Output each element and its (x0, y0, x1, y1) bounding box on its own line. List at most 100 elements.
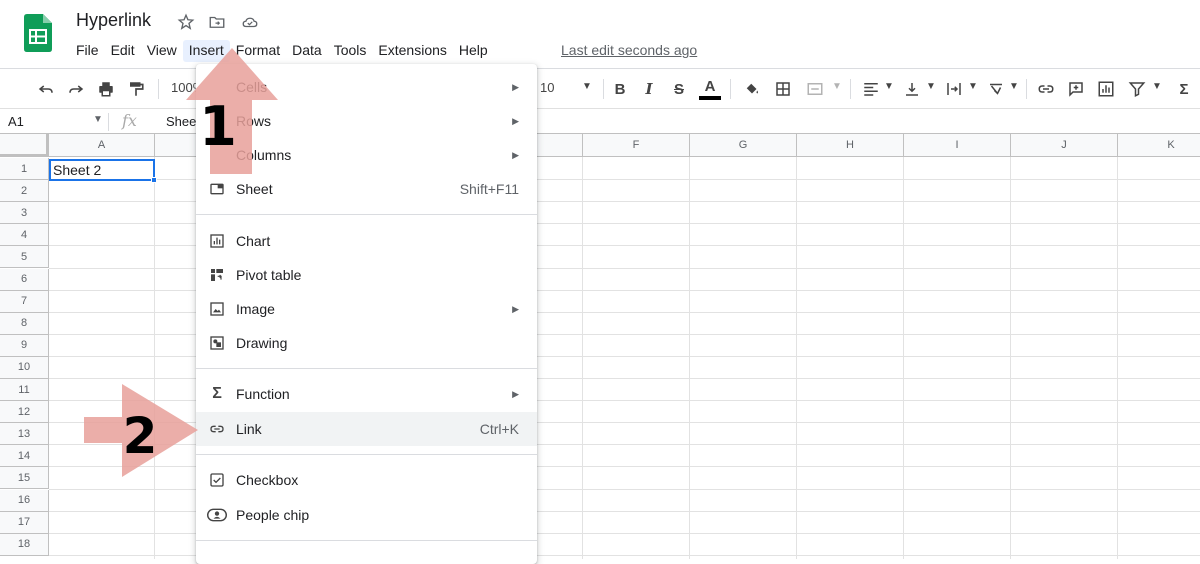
text-rotation-icon[interactable] (984, 77, 1008, 101)
bold-icon[interactable]: B (608, 77, 632, 101)
fx-icon: fx (122, 111, 137, 130)
insert-link-icon[interactable] (1034, 77, 1058, 101)
filter-icon[interactable] (1125, 77, 1149, 101)
row-header-12[interactable]: 12 (0, 401, 49, 424)
row-header-17[interactable]: 17 (0, 511, 49, 534)
row-header-3[interactable]: 3 (0, 202, 49, 225)
menu-item-label: Drawing (236, 335, 288, 351)
print-icon[interactable] (94, 77, 118, 101)
text-wrap-icon[interactable] (942, 77, 966, 101)
borders-icon[interactable] (771, 77, 795, 101)
merge-caret-icon[interactable]: ▼ (832, 81, 842, 92)
row-header-15[interactable]: 15 (0, 467, 49, 490)
toolbar: 100% 10 ▼ B I S A ▼ ▼ ▼ ▼ ▼ ▼ Σ (0, 69, 1200, 108)
star-icon[interactable] (176, 12, 196, 32)
align-caret-icon[interactable]: ▼ (884, 81, 894, 92)
menu-item-image[interactable]: Image ▶ (196, 292, 537, 326)
italic-icon[interactable]: I (637, 77, 661, 101)
strikethrough-icon[interactable]: S (667, 77, 691, 101)
menu-view[interactable]: View (141, 40, 183, 62)
menu-extensions[interactable]: Extensions (372, 40, 452, 62)
merge-cells-icon[interactable] (803, 77, 827, 101)
last-edit-link[interactable]: Last edit seconds ago (561, 42, 697, 58)
row-header-9[interactable]: 9 (0, 334, 49, 357)
wrap-caret-icon[interactable]: ▼ (968, 81, 978, 92)
rotation-caret-icon[interactable]: ▼ (1009, 81, 1019, 92)
row-header-16[interactable]: 16 (0, 489, 49, 512)
font-size-caret-icon[interactable]: ▼ (582, 81, 592, 92)
row-header-14[interactable]: 14 (0, 445, 49, 468)
insert-comment-icon[interactable] (1064, 77, 1088, 101)
menu-format[interactable]: Format (230, 40, 286, 62)
row-header-6[interactable]: 6 (0, 268, 49, 291)
menu-item-link[interactable]: Link Ctrl+K (196, 412, 537, 446)
menu-data[interactable]: Data (286, 40, 328, 62)
spreadsheet-grid[interactable]: ABCDEFGHIJK 123456789101112131415161718 … (0, 134, 1200, 559)
menu-insert[interactable]: Insert (182, 40, 230, 62)
people-chip-icon (207, 505, 227, 525)
column-header-h[interactable]: H (797, 134, 904, 157)
column-header-j[interactable]: J (1011, 134, 1118, 157)
sheets-logo-icon[interactable] (24, 14, 52, 52)
column-header-g[interactable]: G (690, 134, 797, 157)
row-header-5[interactable]: 5 (0, 246, 49, 269)
toolbar-separator (1026, 79, 1027, 99)
vertical-align-icon[interactable] (900, 77, 924, 101)
fill-color-icon[interactable] (740, 77, 764, 101)
menu-item-function[interactable]: Σ Function ▶ (196, 377, 537, 411)
row-header-10[interactable]: 10 (0, 356, 49, 379)
name-box[interactable]: A1 (8, 114, 24, 129)
name-box-caret-icon[interactable]: ▼ (93, 114, 103, 125)
fill-handle[interactable] (151, 177, 157, 183)
pivot-table-icon (207, 265, 227, 285)
filter-caret-icon[interactable]: ▼ (1152, 81, 1162, 92)
menu-item-rows[interactable]: Rows ▶ (196, 104, 537, 138)
row-header-8[interactable]: 8 (0, 312, 49, 335)
undo-icon[interactable] (34, 77, 58, 101)
menu-file[interactable]: File (70, 40, 105, 62)
paint-format-icon[interactable] (124, 77, 148, 101)
insert-chart-icon[interactable] (1094, 77, 1118, 101)
move-folder-icon[interactable] (207, 12, 227, 32)
row-header-11[interactable]: 11 (0, 379, 49, 402)
toolbar-separator (850, 79, 851, 99)
sigma-icon[interactable]: Σ (1172, 77, 1196, 101)
menubar: File Edit View Insert Format Data Tools … (70, 40, 494, 62)
menu-help[interactable]: Help (453, 40, 494, 62)
row-header-13[interactable]: 13 (0, 423, 49, 446)
row-header-7[interactable]: 7 (0, 290, 49, 313)
submenu-arrow-icon: ▶ (512, 149, 519, 160)
menu-item-cells[interactable]: Cells ▶ (196, 70, 537, 104)
selected-cell-a1[interactable]: Sheet 2 (49, 159, 155, 181)
column-header-a[interactable]: A (49, 134, 155, 157)
menu-item-chart[interactable]: Chart (196, 224, 537, 258)
align-left-icon[interactable] (859, 77, 883, 101)
menu-item-label: Columns (236, 147, 292, 163)
valign-caret-icon[interactable]: ▼ (926, 81, 936, 92)
row-header-4[interactable]: 4 (0, 224, 49, 247)
column-header-k[interactable]: K (1118, 134, 1200, 157)
menu-item-people-chip[interactable]: People chip (196, 498, 537, 532)
redo-icon[interactable] (64, 77, 88, 101)
text-color-icon[interactable]: A (698, 77, 722, 101)
menu-item-sheet[interactable]: Sheet Shift+F11 (196, 172, 537, 206)
row-header-2[interactable]: 2 (0, 180, 49, 203)
menu-item-pivot-table[interactable]: Pivot table (196, 258, 537, 292)
cells-icon (207, 77, 227, 97)
cloud-status-icon[interactable] (240, 12, 260, 32)
document-title[interactable]: Hyperlink (76, 10, 151, 31)
menu-item-checkbox[interactable]: Checkbox (196, 463, 537, 497)
menu-item-columns[interactable]: Columns ▶ (196, 138, 537, 172)
menu-tools[interactable]: Tools (328, 40, 373, 62)
column-header-f[interactable]: F (583, 134, 690, 157)
column-header-i[interactable]: I (904, 134, 1011, 157)
row-header-1[interactable]: 1 (0, 158, 49, 181)
menu-item-shortcut: Ctrl+K (479, 421, 519, 437)
select-all-corner[interactable] (0, 134, 49, 157)
font-size-input[interactable]: 10 (540, 80, 554, 95)
row-header-18[interactable]: 18 (0, 533, 49, 556)
menu-edit[interactable]: Edit (105, 40, 141, 62)
formula-bar: A1 ▼ fx Sheet 2 (0, 108, 1200, 134)
menu-item-drawing[interactable]: Drawing (196, 326, 537, 360)
toolbar-separator (603, 79, 604, 99)
